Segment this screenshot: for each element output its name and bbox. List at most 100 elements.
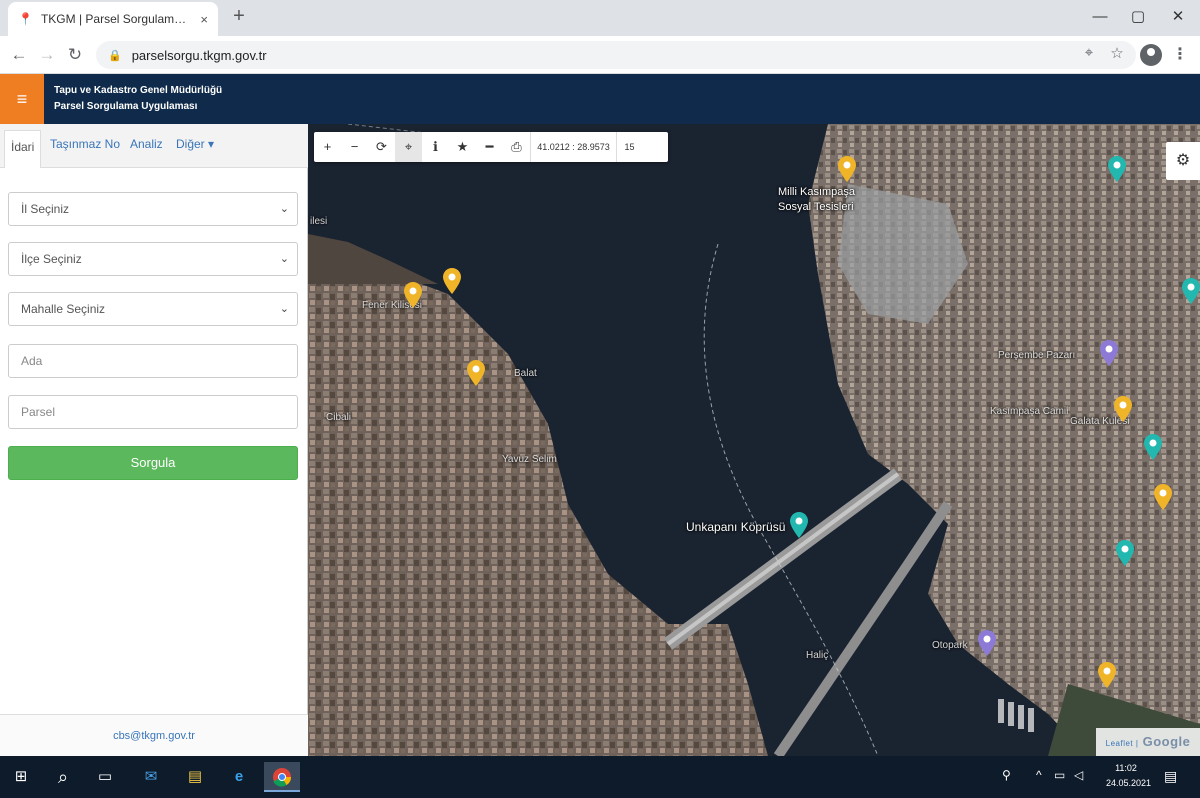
neighborhood-select[interactable]: Mahalle Seçiniz ⌄: [8, 292, 298, 326]
map-pin-yellow[interactable]: [404, 282, 422, 308]
back-arrow-icon[interactable]: ←: [8, 44, 30, 66]
browser-tab[interactable]: 📍 TKGM | Parsel Sorgulama Uygula... ×: [8, 2, 218, 36]
coordinate-readout: 41.0212 : 28.9573: [530, 132, 616, 162]
locate-icon[interactable]: ⌖: [395, 132, 422, 162]
map-pin-teal[interactable]: [1182, 278, 1200, 304]
print-icon[interactable]: ⎙: [503, 132, 530, 162]
map-pin-teal[interactable]: [1108, 156, 1126, 182]
network-icon[interactable]: ⚲: [1002, 768, 1011, 782]
tab-analiz[interactable]: Analiz: [130, 137, 163, 151]
province-select[interactable]: İl Seçiniz ⌄: [8, 192, 298, 226]
map-pin-teal[interactable]: [790, 512, 808, 538]
lock-icon: 🔒: [108, 49, 122, 62]
bookmark-star-icon[interactable]: ☆: [1106, 44, 1128, 62]
map-attribution[interactable]: Leaflet | Google: [1096, 728, 1200, 756]
clock-time: 11:02: [1115, 763, 1137, 773]
info-icon[interactable]: ℹ: [422, 132, 449, 162]
zoom-level-readout: 15: [616, 132, 642, 162]
map-label-kasimpasa-camii: Kasımpaşa Camii: [990, 406, 1069, 417]
search-icon[interactable]: ⌕: [48, 762, 78, 792]
refresh-icon[interactable]: ⟳: [368, 132, 395, 162]
map-pin-yellow[interactable]: [1154, 484, 1172, 510]
map-pin-yellow[interactable]: [1114, 396, 1132, 422]
map-pin-yellow[interactable]: [838, 156, 856, 182]
url-text: parselsorgu.tkgm.gov.tr: [131, 47, 267, 63]
volume-icon[interactable]: ◁: [1074, 768, 1083, 782]
maximize-button[interactable]: ▢: [1118, 4, 1158, 30]
chrome-browser-icon[interactable]: [264, 762, 300, 792]
google-logo: Google: [1142, 734, 1191, 749]
zoom-out-button[interactable]: −: [341, 132, 368, 162]
forward-arrow-icon[interactable]: →: [36, 44, 58, 66]
profile-avatar[interactable]: [1140, 44, 1162, 66]
file-explorer-icon[interactable]: ▤: [180, 762, 210, 792]
map-pin-purple[interactable]: [1100, 340, 1118, 366]
clock-date: 24.05.2021: [1106, 778, 1152, 788]
map-pin-teal[interactable]: [1116, 540, 1134, 566]
address-bar[interactable]: 🔒 parselsorgu.tkgm.gov.tr: [96, 41, 1136, 69]
browser-menu-icon[interactable]: ⋮: [1172, 44, 1188, 64]
map-pin-yellow[interactable]: [1098, 662, 1116, 688]
bookmark-star-icon[interactable]: ★: [449, 132, 476, 162]
map-label-yavuz: Yavuz Selim: [502, 454, 557, 465]
map-label-otopark: Otopark: [932, 640, 968, 651]
province-select-value: İl Seçiniz: [21, 202, 70, 216]
windows-taskbar: ⊞ ⌕ ▭ ✉ ▤ e ⚲ ^ ▭ ◁ 11:02 24.05.2021 ▤: [0, 756, 1200, 798]
reload-icon[interactable]: ↻: [64, 44, 86, 66]
map-label-unkapani: Unkapanı Köprüsü: [686, 520, 786, 534]
query-button[interactable]: Sorgula: [8, 446, 298, 480]
location-icon[interactable]: ⌖: [1078, 44, 1100, 61]
app-title-line1: Tapu ve Kadastro Genel Müdürlüğü: [54, 85, 223, 96]
map-imagery: [308, 124, 1200, 756]
map-label-left-edge: ilesi: [310, 216, 328, 227]
tab-tasinmaz-no[interactable]: Taşınmaz No: [50, 137, 120, 151]
map-label-halic: Haliç: [806, 650, 829, 661]
system-clock[interactable]: 11:02 24.05.2021: [1106, 761, 1152, 791]
district-select[interactable]: İlçe Seçiniz ⌄: [8, 242, 298, 276]
windows-start-icon[interactable]: ⊞: [6, 762, 36, 792]
map-pin-yellow[interactable]: [443, 268, 461, 294]
map-label-balat: Balat: [514, 368, 537, 379]
attribution-prefix: Leaflet |: [1105, 739, 1139, 748]
neighborhood-select-value: Mahalle Seçiniz: [21, 302, 106, 316]
tab-diger[interactable]: Diğer ▾: [176, 137, 214, 151]
map-label-sosyal-tesisleri: Sosyal Tesisleri: [778, 201, 854, 213]
map-pin-purple[interactable]: [978, 630, 996, 656]
zoom-in-button[interactable]: +: [314, 132, 341, 162]
minimize-button[interactable]: —: [1080, 4, 1120, 30]
parsel-input[interactable]: [8, 395, 298, 429]
chevron-down-icon: ⌄: [279, 253, 289, 265]
tab-close-icon[interactable]: ×: [200, 12, 208, 27]
app-header: ≡ Tapu ve Kadastro Genel Müdürlüğü Parse…: [0, 74, 1200, 124]
hamburger-menu-icon[interactable]: ≡: [0, 74, 44, 124]
district-select-value: İlçe Seçiniz: [21, 252, 82, 266]
map-settings-gear-icon[interactable]: ⚙: [1166, 142, 1200, 180]
ada-input[interactable]: [8, 344, 298, 378]
display-icon[interactable]: ▭: [1054, 768, 1065, 782]
tab-idari[interactable]: İdari: [4, 130, 42, 168]
close-window-button[interactable]: ✕: [1158, 4, 1198, 30]
chevron-down-icon: ⌄: [279, 203, 289, 215]
map-label-persembe: Perşembe Pazarı: [998, 350, 1076, 361]
satellite-map[interactable]: + − ⟳ ⌖ ℹ ★ ━ ⎙ 41.0212 : 28.9573 15 ⚙ M…: [308, 124, 1200, 756]
chevron-down-icon: ⌄: [279, 303, 289, 315]
notification-icon[interactable]: ▤: [1164, 768, 1177, 785]
map-pin-teal[interactable]: [1144, 434, 1162, 460]
tab-title: TKGM | Parsel Sorgulama Uygula...: [40, 12, 193, 26]
app-title-line2: Parsel Sorgulama Uygulaması: [54, 101, 198, 112]
new-tab-button[interactable]: +: [228, 6, 250, 28]
chevron-up-icon[interactable]: ^: [1036, 768, 1042, 782]
contact-email-link[interactable]: cbs@tkgm.gov.tr: [0, 714, 308, 756]
measure-icon[interactable]: ━: [476, 132, 503, 162]
mail-icon[interactable]: ✉: [136, 762, 166, 792]
query-sidebar: İdari Taşınmaz No Analiz Diğer ▾ İl Seçi…: [0, 124, 308, 756]
sidebar-tabs: İdari Taşınmaz No Analiz Diğer ▾: [0, 124, 308, 168]
edge-browser-icon[interactable]: e: [224, 762, 254, 792]
map-toolbar: + − ⟳ ⌖ ℹ ★ ━ ⎙ 41.0212 : 28.9573 15: [314, 132, 668, 162]
map-pin-yellow[interactable]: [467, 360, 485, 386]
map-label-cibali: Cibali: [326, 412, 352, 423]
browser-tabbar: 📍 TKGM | Parsel Sorgulama Uygula... × + …: [0, 0, 1200, 36]
location-pin-icon: 📍: [18, 12, 33, 26]
task-view-icon[interactable]: ▭: [90, 762, 120, 792]
map-label-milli-kasimpasa: Milli Kasımpaşa: [778, 186, 856, 198]
